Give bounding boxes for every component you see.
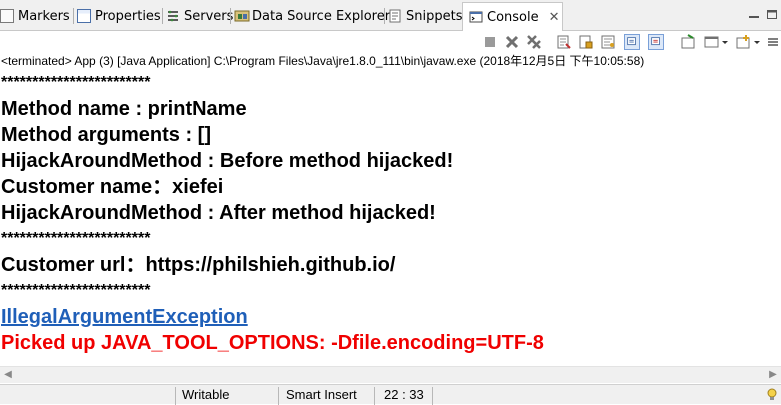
- tab-divider: [230, 8, 231, 24]
- servers-icon: [166, 9, 180, 23]
- tab-label: Properties: [95, 8, 161, 24]
- maximize-icon[interactable]: [766, 8, 778, 20]
- tab-markers[interactable]: Markers: [0, 4, 70, 28]
- console-line: Customer url：https://philshieh.github.io…: [1, 254, 396, 276]
- console-line: Customer name：xiefei: [1, 176, 224, 198]
- tab-label: Data Source Explorer: [252, 8, 391, 24]
- data-source-icon: [234, 9, 250, 23]
- exception-link[interactable]: IllegalArgumentException: [1, 304, 248, 330]
- scroll-lock-icon[interactable]: [578, 34, 594, 50]
- tab-divider: [384, 8, 385, 24]
- snippets-icon: [388, 9, 402, 23]
- pin-console-icon[interactable]: [680, 34, 696, 50]
- console-line: ************************: [1, 74, 151, 91]
- show-console-on-output-icon[interactable]: [624, 34, 640, 50]
- tab-label: Markers: [18, 8, 70, 24]
- minimize-icon[interactable]: [748, 8, 760, 20]
- remove-launch-icon[interactable]: [504, 34, 520, 50]
- console-line: HijackAroundMethod : Before method hijac…: [1, 150, 454, 172]
- cursor-position: 22 : 33: [384, 387, 424, 402]
- console-icon: [469, 10, 483, 24]
- word-wrap-icon[interactable]: [600, 34, 616, 50]
- chevron-down-icon[interactable]: [720, 34, 730, 50]
- show-console-on-error-icon[interactable]: [648, 34, 664, 50]
- horizontal-scrollbar[interactable]: ◀ ▶: [0, 366, 781, 383]
- status-divider: [374, 387, 375, 405]
- console-toolbar: [0, 31, 781, 51]
- tab-snippets[interactable]: Snippets: [388, 4, 462, 28]
- status-bar: Writable Smart Insert 22 : 33: [0, 384, 781, 405]
- view-tab-bar: Markers Properties Servers Data Source E…: [0, 0, 781, 31]
- insert-mode: Smart Insert: [286, 387, 357, 402]
- terminate-icon[interactable]: [482, 34, 498, 50]
- tab-data-source-explorer[interactable]: Data Source Explorer: [234, 4, 390, 28]
- properties-icon: [77, 9, 91, 23]
- tab-properties[interactable]: Properties: [77, 4, 161, 28]
- tab-label: Console: [487, 9, 539, 25]
- console-line: Method arguments : []: [1, 124, 211, 146]
- tab-label: Servers: [184, 8, 234, 24]
- open-console-icon[interactable]: [736, 34, 752, 50]
- display-selected-console-icon[interactable]: [704, 34, 720, 50]
- scroll-left-icon[interactable]: ◀: [0, 367, 16, 383]
- tab-console[interactable]: Console ✕: [462, 2, 563, 31]
- console-line: ************************: [1, 282, 151, 299]
- close-icon[interactable]: ✕: [549, 10, 560, 25]
- console-line: HijackAroundMethod : After method hijack…: [1, 202, 436, 224]
- console-line: Method name : printName: [1, 98, 247, 120]
- tab-label: Snippets: [406, 8, 463, 24]
- clear-console-icon[interactable]: [556, 34, 572, 50]
- markers-icon: [0, 9, 14, 23]
- view-menu-icon[interactable]: [766, 34, 780, 50]
- tab-divider: [162, 8, 163, 24]
- chevron-down-icon[interactable]: [752, 34, 762, 50]
- console-error-line: Picked up JAVA_TOOL_OPTIONS: -Dfile.enco…: [1, 332, 544, 354]
- console-output[interactable]: ************************ Method name : p…: [0, 70, 781, 366]
- tab-divider: [73, 8, 74, 24]
- editor-mode: Writable: [182, 387, 230, 402]
- tab-servers[interactable]: Servers: [166, 4, 233, 28]
- status-divider: [175, 387, 176, 405]
- remove-all-terminated-icon[interactable]: [526, 34, 542, 50]
- status-divider: [432, 387, 433, 405]
- scroll-right-icon[interactable]: ▶: [765, 367, 781, 383]
- status-divider: [278, 387, 279, 405]
- launch-status-line: <terminated> App (3) [Java Application] …: [1, 54, 645, 68]
- console-line: ************************: [1, 230, 151, 247]
- lightbulb-icon[interactable]: [766, 388, 778, 402]
